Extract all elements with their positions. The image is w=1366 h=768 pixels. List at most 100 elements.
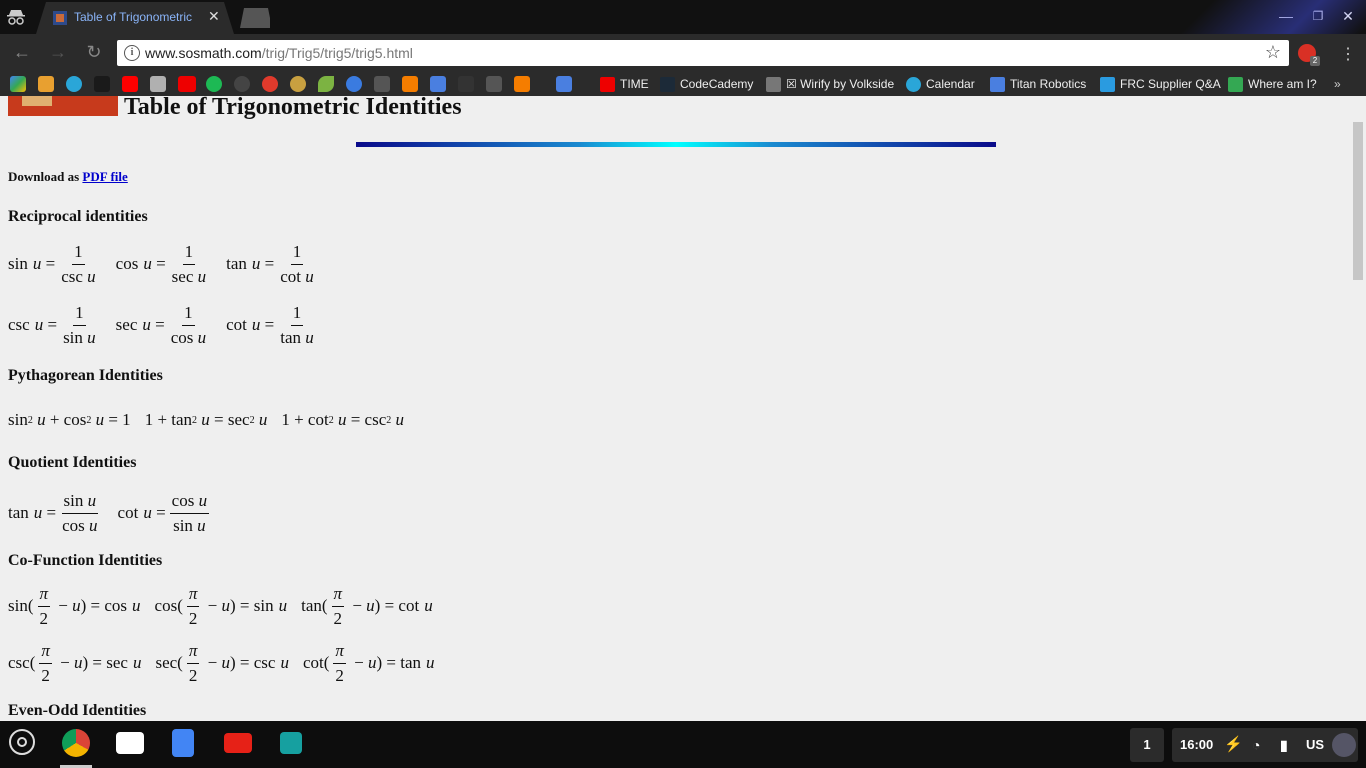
identity-cos-cofunction: cos(π 2 − u) = sin u [154, 584, 288, 628]
identity-cos-reciprocal: cos u = 1 sec u [115, 242, 207, 286]
tab-strip: Table of Trigonometric ✕ — ❐ ✕ [0, 0, 1366, 100]
bookmark-icon-4[interactable] [94, 76, 110, 92]
bookmark-icon-14[interactable] [374, 76, 390, 92]
spartan-icon-2 [906, 76, 921, 92]
calendar-app-icon[interactable] [150, 76, 166, 92]
chrome-app-icon[interactable] [62, 729, 90, 757]
bookmark-icon-2[interactable] [38, 76, 54, 92]
download-line: Download as PDF file [8, 169, 128, 184]
google-translate-icon[interactable] [556, 76, 572, 92]
docs-app-icon[interactable] [172, 729, 194, 757]
pdf-file-link[interactable]: PDF file [82, 169, 127, 184]
close-window-icon[interactable]: ✕ [1338, 6, 1358, 26]
identity-cot-quotient: cot u = cos u sin u [117, 491, 210, 535]
back-icon[interactable]: ← [12, 42, 32, 62]
chrome-menu-icon[interactable]: ⋮ [1340, 44, 1356, 64]
leaf-icon[interactable] [318, 76, 334, 92]
active-tab[interactable]: Table of Trigonometric ✕ [36, 2, 234, 34]
google-plus-icon[interactable] [262, 76, 278, 92]
identity-tan-quotient: tan u = sin u cos u [8, 491, 99, 535]
bookmark-codecademy[interactable]: CodeCademy [660, 75, 753, 93]
url-text: www.sosmath.com/trig/Trig5/trig5/trig5.h… [145, 45, 413, 61]
pythagorean-row: sin 2 u + cos 2 u = 1 1 + tan 2 u = sec 2 u … [8, 410, 418, 430]
reciprocal-row-2: csc u = 1 sin u sec u = 1 cos u cot u = 1 tan u [8, 303, 334, 347]
bookmark-calendar[interactable]: Calendar [906, 75, 975, 93]
page-content: Table of Trigonometric Identities Downlo… [0, 96, 1350, 721]
bookmark-time[interactable]: TIME [600, 75, 649, 93]
os-shelf: 1 16:00 ⚡ ◔ ▮ US [0, 721, 1366, 768]
tab-close-icon[interactable]: ✕ [208, 8, 220, 25]
extension-badge: 2 [1310, 56, 1320, 66]
translate-icon[interactable] [430, 76, 446, 92]
identity-sin-cofunction: sin(π 2 − u) = cos u [8, 584, 141, 628]
q-icon [1100, 76, 1115, 92]
clock: 16:00 [1180, 737, 1214, 752]
gmail-app-icon[interactable] [116, 732, 144, 754]
bookmark-wirify[interactable]: ☒ Wirify by Volkside [766, 75, 894, 93]
scrollbar-thumb[interactable] [1353, 122, 1363, 280]
gradient-divider [356, 142, 996, 147]
identity-pythagorean-2: 1 + tan 2 u = sec 2 u [144, 410, 268, 429]
bookmarks-overflow-icon[interactable]: » [1334, 75, 1341, 93]
spartan-icon[interactable] [66, 76, 82, 92]
input-method: US [1306, 737, 1325, 752]
drive-icon[interactable] [10, 76, 26, 92]
bookmark-star-icon[interactable]: ☆ [1265, 42, 1281, 63]
forward-icon[interactable]: → [48, 42, 68, 62]
cofunction-row-2: csc(π 2 − u) = sec u sec(π 2 − u) = csc u co… [8, 641, 449, 685]
bookmark-icon-9[interactable] [234, 76, 250, 92]
restore-icon[interactable]: ❐ [1308, 6, 1328, 26]
identity-sec-cofunction: sec(π 2 − u) = csc u [155, 641, 289, 685]
identity-pythagorean-1: sin 2 u + cos 2 u = 1 [8, 410, 131, 429]
blogger-icon-2[interactable] [514, 76, 530, 92]
status-tray[interactable]: 16:00 ⚡ ◔ ▮ US [1172, 728, 1358, 762]
section-even-odd: Even-Odd Identities [8, 702, 147, 719]
identity-tan-reciprocal: tan u = 1 cot u [226, 242, 314, 286]
section-reciprocal: Reciprocal identities [8, 208, 148, 225]
wifi-icon: ◔ [1252, 737, 1261, 753]
site-info-icon[interactable]: i [124, 45, 140, 61]
reciprocal-row-1: sin u = 1 csc u cos u = 1 sec u tan u = 1 cot u [8, 242, 334, 286]
youtube-app-icon[interactable] [224, 733, 252, 753]
notification-count[interactable]: 1 [1130, 728, 1164, 762]
bookmark-icon-11[interactable] [290, 76, 306, 92]
quotient-row: tan u = sin u cos u cot u = cos u sin u [8, 491, 227, 535]
cnn-icon[interactable] [178, 76, 196, 92]
battery-icon: ▮ [1280, 737, 1288, 753]
time-icon [600, 76, 615, 92]
page-icon [766, 76, 781, 92]
settings-app-icon[interactable] [280, 732, 302, 754]
bookmark-titan-robotics[interactable]: Titan Robotics [990, 75, 1086, 93]
youtube-icon[interactable] [122, 76, 138, 92]
identity-cot-cofunction: cot(π 2 − u) = tan u [302, 641, 435, 685]
minimize-icon[interactable]: — [1276, 6, 1296, 26]
tab-title: Table of Trigonometric [74, 10, 193, 24]
bookmark-frc-supplier[interactable]: FRC Supplier Q&A [1100, 75, 1221, 93]
section-cofunction: Co-Function Identities [8, 552, 163, 569]
identity-csc-reciprocal: csc u = 1 sin u [8, 303, 96, 347]
bookmark-where-am-i[interactable]: Where am I? [1228, 75, 1317, 93]
identity-sec-reciprocal: sec u = 1 cos u [115, 303, 207, 347]
section-quotient: Quotient Identities [8, 454, 137, 471]
identity-cot-reciprocal: cot u = 1 tan u [226, 303, 314, 347]
site-favicon [53, 11, 67, 25]
incognito-icon [7, 10, 25, 25]
codecademy-icon [660, 76, 675, 92]
identity-pythagorean-3: 1 + cot 2 u = csc 2 u [281, 410, 404, 429]
bookmark-icon-13[interactable] [346, 76, 362, 92]
section-pythagorean: Pythagorean Identities [8, 367, 163, 384]
reload-icon[interactable]: ↻ [84, 42, 104, 62]
bookmark-icon-17[interactable] [458, 76, 474, 92]
notifications-off-icon: ⚡ [1224, 736, 1243, 753]
identity-tan-cofunction: tan(π 2 − u) = cot u [301, 584, 433, 628]
bookmark-icon-18[interactable] [486, 76, 502, 92]
site-logo [8, 96, 118, 116]
bookmarks-bar: TIME CodeCademy ☒ Wirify by Volkside Cal… [0, 70, 1366, 96]
launcher-icon[interactable] [9, 729, 35, 755]
page-title: Table of Trigonometric Identities [124, 96, 462, 120]
spotify-icon[interactable] [206, 76, 222, 92]
address-bar[interactable]: i www.sosmath.com/trig/Trig5/trig5/trig5… [117, 40, 1289, 66]
sheets-icon [1228, 76, 1243, 92]
blogger-icon[interactable] [402, 76, 418, 92]
new-tab-button[interactable] [240, 8, 270, 28]
